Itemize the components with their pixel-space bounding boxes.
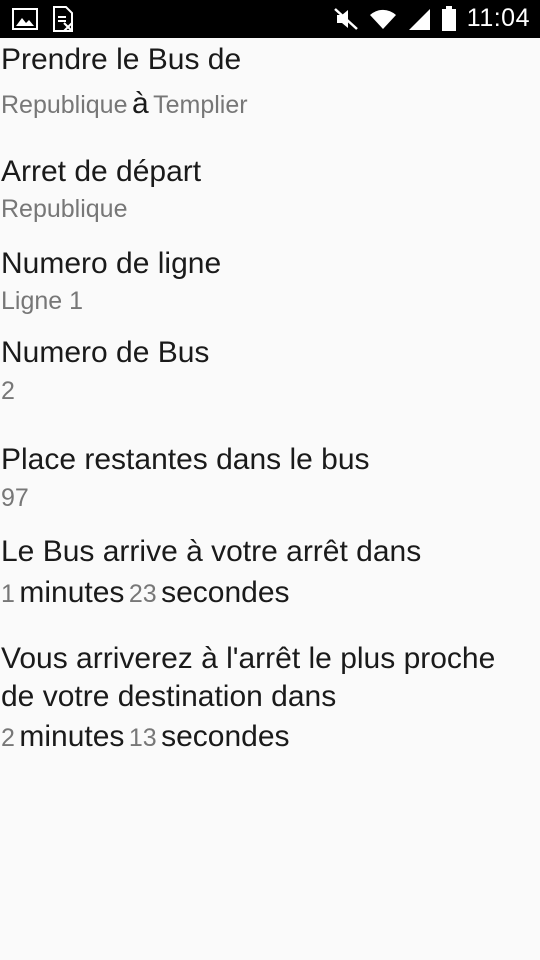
destination-label: Vous arriverez à l'arrêt le plus proche … bbox=[1, 642, 496, 713]
arrival-countdown: 1 minutes 23 secondes bbox=[1, 575, 536, 616]
arrival-minutes: 1 bbox=[1, 580, 15, 608]
seats-section: Place restantes dans le bus 97 bbox=[1, 442, 536, 513]
destination-countdown: 2 minutes 13 secondes bbox=[1, 719, 536, 760]
trip-title: Prendre le Bus de bbox=[1, 43, 242, 76]
arrival-seconds: 23 bbox=[128, 580, 157, 608]
bus-value: 2 bbox=[1, 377, 15, 405]
line-section: Numero de ligne Ligne 1 bbox=[1, 246, 536, 316]
trip-to: Templier bbox=[153, 91, 248, 119]
data-saver-icon bbox=[52, 6, 74, 32]
destination-minutes-word: minutes bbox=[19, 720, 125, 753]
status-bar: 11:04 bbox=[0, 0, 540, 38]
departure-label: Arret de départ bbox=[1, 155, 202, 188]
line-label: Numero de ligne bbox=[1, 247, 222, 280]
arrival-section: Le Bus arrive à votre arrêt dans 1 minut… bbox=[1, 534, 536, 616]
trip-from: Republique bbox=[1, 91, 128, 119]
trip-connector: à bbox=[131, 87, 149, 120]
destination-seconds-word: secondes bbox=[161, 720, 290, 753]
clock: 11:04 bbox=[466, 4, 530, 32]
battery-icon bbox=[441, 5, 457, 32]
seats-label: Place restantes dans le bus bbox=[1, 443, 370, 476]
destination-seconds: 13 bbox=[128, 724, 157, 752]
line-value: Ligne 1 bbox=[1, 287, 84, 315]
departure-value: Republique bbox=[1, 195, 128, 223]
destination-minutes: 2 bbox=[1, 724, 15, 752]
seats-value: 97 bbox=[1, 484, 29, 512]
image-icon bbox=[12, 8, 38, 30]
arrival-label: Le Bus arrive à votre arrêt dans bbox=[1, 535, 422, 568]
trip-route: Republique à Templier bbox=[1, 86, 536, 127]
signal-icon bbox=[407, 7, 431, 31]
mute-icon bbox=[333, 7, 359, 31]
destination-section: Vous arriverez à l'arrêt le plus proche … bbox=[1, 640, 536, 760]
arrival-minutes-word: minutes bbox=[19, 576, 125, 609]
trip-summary: Prendre le Bus de Republique à Templier bbox=[1, 42, 536, 127]
arrival-seconds-word: secondes bbox=[161, 576, 290, 609]
bus-label: Numero de Bus bbox=[1, 336, 210, 369]
bus-section: Numero de Bus 2 bbox=[1, 335, 536, 406]
wifi-icon bbox=[369, 7, 397, 31]
departure-section: Arret de départ Republique bbox=[1, 154, 536, 224]
